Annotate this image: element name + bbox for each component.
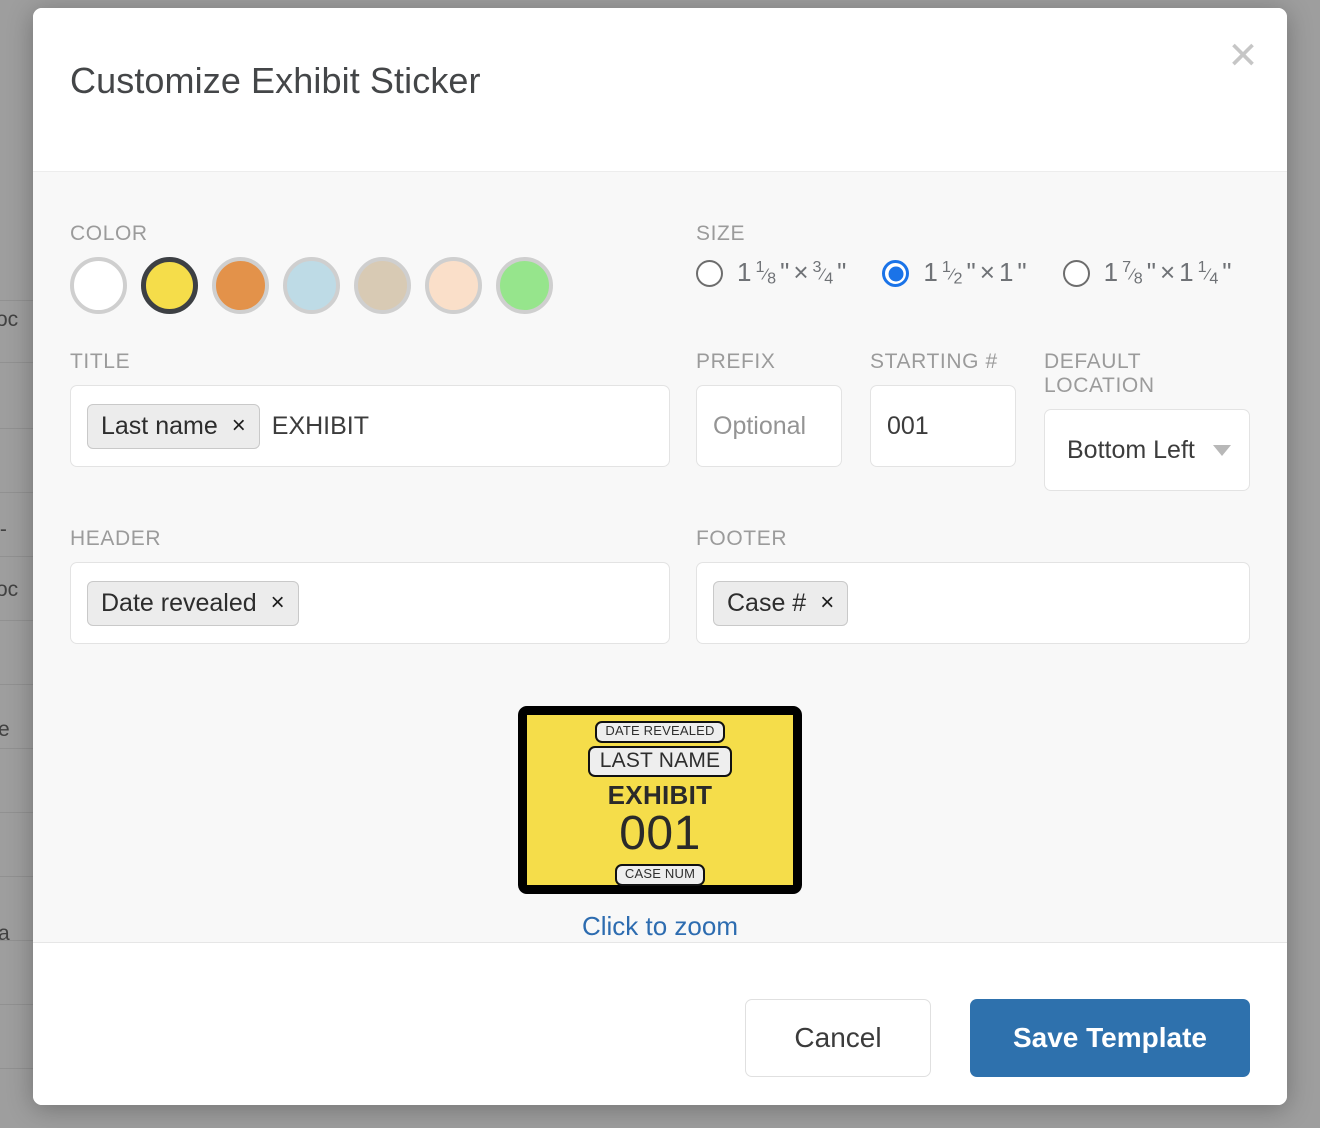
title-input[interactable]: Last name × EXHIBIT bbox=[70, 385, 670, 467]
header-label: HEADER bbox=[70, 527, 162, 550]
footer-input[interactable]: Case # × bbox=[696, 562, 1250, 644]
color-swatch-tan[interactable] bbox=[354, 257, 411, 314]
sticker-date-revealed-token: DATE REVEALED bbox=[595, 721, 725, 743]
size-numerator: 1 bbox=[1197, 257, 1207, 276]
page-title: Customize Exhibit Sticker bbox=[70, 60, 481, 101]
color-label: COLOR bbox=[70, 222, 148, 245]
starting-number-label: STARTING # bbox=[870, 350, 998, 373]
inch-mark: " bbox=[1222, 257, 1232, 287]
size-numerator: 1 bbox=[941, 257, 951, 276]
inch-mark: " bbox=[780, 257, 790, 287]
size-option-1-1-2x1[interactable]: 1 1⁄2 " × 1 " bbox=[882, 257, 1027, 290]
size-whole: 1 bbox=[1103, 257, 1119, 287]
chevron-down-icon bbox=[1213, 444, 1231, 456]
size-radio-list: 1 1⁄8 " × 3⁄4 " 1 1⁄2 " × 1 " 1 7⁄8 " × … bbox=[696, 257, 1268, 290]
times-sign: × bbox=[979, 257, 995, 287]
color-swatch-list bbox=[70, 257, 670, 314]
size-denominator: 8 bbox=[1133, 269, 1143, 288]
title-details-row: TITLE Last name × EXHIBIT PREFIX Optiona… bbox=[70, 350, 1250, 491]
radio-icon bbox=[1062, 260, 1090, 287]
size-option-label: 1 7⁄8 " × 1 1⁄4 " bbox=[1103, 257, 1232, 288]
chip-remove-icon[interactable]: × bbox=[271, 589, 285, 617]
chip-label: Date revealed bbox=[101, 588, 257, 617]
chip-label: Case # bbox=[727, 588, 807, 617]
title-input-value: EXHIBIT bbox=[271, 411, 370, 440]
prefix-label: PREFIX bbox=[696, 350, 776, 373]
default-location-label: DEFAULT LOCATION bbox=[1044, 350, 1155, 397]
inch-mark: " bbox=[1146, 257, 1156, 287]
prefix-placeholder: Optional bbox=[713, 411, 807, 440]
size-numerator: 7 bbox=[1122, 257, 1132, 276]
header-chip-date-revealed[interactable]: Date revealed × bbox=[87, 580, 299, 626]
chip-remove-icon[interactable]: × bbox=[232, 412, 246, 440]
size-denominator: 2 bbox=[953, 269, 963, 288]
inch-mark: " bbox=[1017, 257, 1027, 287]
default-location-group: DEFAULT LOCATION Bottom Left bbox=[1044, 350, 1250, 491]
size-option-label: 1 1⁄8 " × 3⁄4 " bbox=[737, 257, 847, 288]
default-location-value: Bottom Left bbox=[1067, 435, 1195, 464]
color-swatch-orange[interactable] bbox=[212, 257, 269, 314]
click-to-zoom-link[interactable]: Click to zoom bbox=[582, 911, 738, 942]
starting-number-group: STARTING # 001 bbox=[870, 350, 1016, 491]
size-numerator: 3 bbox=[812, 257, 822, 276]
title-group: TITLE Last name × EXHIBIT bbox=[70, 350, 670, 491]
sticker-last-name-token: LAST NAME bbox=[587, 745, 733, 778]
size-denominator: 4 bbox=[1209, 269, 1219, 288]
radio-icon bbox=[696, 260, 723, 287]
color-swatch-green[interactable] bbox=[496, 257, 553, 314]
size-label: SIZE bbox=[696, 222, 746, 245]
size-denominator: 4 bbox=[824, 269, 834, 288]
size-option-label: 1 1⁄2 " × 1 " bbox=[923, 257, 1027, 288]
color-swatch-peach[interactable] bbox=[425, 257, 482, 314]
dialog-body: COLOR SIZE 1 1⁄8 " × 3⁄4 " 1 1⁄2 " × 1 "… bbox=[33, 172, 1287, 943]
sticker-preview-area: DATE REVEALED LAST NAME EXHIBIT 001 CASE… bbox=[70, 706, 1250, 942]
header-footer-row: HEADER Date revealed × FOOTER Case # × bbox=[70, 527, 1250, 644]
save-template-button[interactable]: Save Template bbox=[970, 999, 1250, 1077]
chip-remove-icon[interactable]: × bbox=[820, 589, 834, 617]
color-swatch-light-blue[interactable] bbox=[283, 257, 340, 314]
dialog-header: Customize Exhibit Sticker ✕ bbox=[33, 8, 1287, 172]
chip-label: Last name bbox=[101, 411, 218, 440]
size-whole: 1 bbox=[1179, 257, 1194, 287]
details-group: PREFIX Optional STARTING # 001 DEFAULT L… bbox=[696, 350, 1250, 491]
footer-group: FOOTER Case # × bbox=[696, 527, 1250, 644]
size-whole: 1 bbox=[923, 257, 938, 287]
size-option-1-1-8x3-4[interactable]: 1 1⁄8 " × 3⁄4 " bbox=[696, 257, 846, 290]
inch-mark: " bbox=[837, 257, 847, 287]
sticker-number: 001 bbox=[619, 807, 701, 861]
inch-mark: " bbox=[966, 257, 976, 287]
radio-icon-selected bbox=[882, 260, 910, 287]
times-sign: × bbox=[793, 257, 809, 287]
dialog-footer: Cancel Save Template bbox=[33, 943, 1287, 1105]
color-swatch-white[interactable] bbox=[70, 257, 127, 314]
cancel-button[interactable]: Cancel bbox=[745, 999, 931, 1077]
size-numerator: 1 bbox=[755, 257, 765, 276]
customize-exhibit-sticker-dialog: Customize Exhibit Sticker ✕ COLOR SIZE 1… bbox=[33, 8, 1287, 1105]
prefix-group: PREFIX Optional bbox=[696, 350, 842, 491]
title-label: TITLE bbox=[70, 350, 131, 373]
color-group: COLOR bbox=[70, 222, 670, 314]
starting-number-input[interactable]: 001 bbox=[870, 385, 1016, 467]
sticker-preview[interactable]: DATE REVEALED LAST NAME EXHIBIT 001 CASE… bbox=[518, 706, 802, 894]
title-chip-last-name[interactable]: Last name × bbox=[87, 403, 260, 449]
footer-label: FOOTER bbox=[696, 527, 788, 550]
size-whole: 1 bbox=[737, 257, 752, 287]
color-swatch-yellow[interactable] bbox=[141, 257, 198, 314]
close-icon[interactable]: ✕ bbox=[1220, 32, 1266, 78]
size-whole: 1 bbox=[998, 257, 1014, 287]
size-group: SIZE 1 1⁄8 " × 3⁄4 " 1 1⁄2 " × 1 " 1 7⁄8… bbox=[696, 222, 1268, 314]
size-denominator: 8 bbox=[767, 269, 777, 288]
color-size-row: COLOR SIZE 1 1⁄8 " × 3⁄4 " 1 1⁄2 " × 1 "… bbox=[70, 222, 1250, 314]
times-sign: × bbox=[1159, 257, 1176, 287]
header-group: HEADER Date revealed × bbox=[70, 527, 670, 644]
size-option-1-7-8x1-1-4[interactable]: 1 7⁄8 " × 1 1⁄4 " bbox=[1062, 257, 1232, 290]
sticker-case-num-token: CASE NUM bbox=[614, 864, 706, 886]
starting-number-value: 001 bbox=[887, 411, 929, 440]
footer-chip-case-number[interactable]: Case # × bbox=[713, 580, 849, 626]
header-input[interactable]: Date revealed × bbox=[70, 562, 670, 644]
default-location-select[interactable]: Bottom Left bbox=[1044, 409, 1250, 491]
prefix-input[interactable]: Optional bbox=[696, 385, 842, 467]
